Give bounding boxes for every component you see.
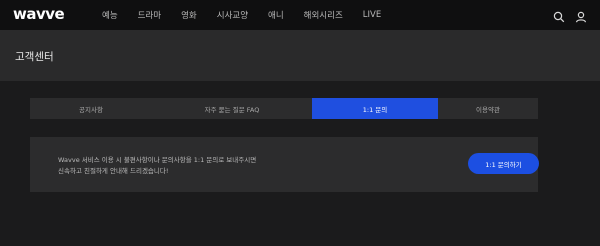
page-header: 고객센터 bbox=[0, 30, 600, 81]
wavve-logo[interactable]: wavve bbox=[13, 5, 65, 23]
tab-notice[interactable]: 공지사항 bbox=[30, 98, 152, 119]
top-navigation-bar: wavve 예능 드라마 영화 시사교양 애니 해외시리즈 LIVE bbox=[0, 0, 600, 30]
nav-item-current-affairs[interactable]: 시사교양 bbox=[217, 9, 248, 21]
tab-faq[interactable]: 자주 묻는 질문 FAQ bbox=[152, 98, 312, 119]
page-title: 고객센터 bbox=[15, 51, 54, 63]
inquiry-description-line: Wavve 서비스 이용 시 불편사항이나 문의사항을 1:1 문의로 보내주시… bbox=[58, 156, 257, 164]
nav-item-drama[interactable]: 드라마 bbox=[138, 9, 161, 21]
tab-terms[interactable]: 이용약관 bbox=[438, 98, 538, 119]
inquiry-panel: Wavve 서비스 이용 시 불편사항이나 문의사항을 1:1 문의로 보내주시… bbox=[30, 137, 539, 192]
inquiry-description: Wavve 서비스 이용 시 불편사항이나 문의사항을 1:1 문의로 보내주시… bbox=[58, 155, 256, 177]
nav-item-foreign-series[interactable]: 해외시리즈 bbox=[304, 9, 343, 21]
inquiry-description-line: 신속하고 친절하게 안내해 드리겠습니다! bbox=[58, 167, 169, 175]
utility-icons bbox=[553, 8, 587, 23]
user-icon[interactable] bbox=[575, 8, 587, 23]
main-nav: 예능 드라마 영화 시사교양 애니 해외시리즈 LIVE bbox=[102, 0, 401, 30]
inquiry-button[interactable]: 1:1 문의하기 bbox=[468, 153, 539, 174]
tab-one-to-one-inquiry[interactable]: 1:1 문의 bbox=[312, 98, 438, 119]
nav-item-animation[interactable]: 애니 bbox=[268, 9, 284, 21]
support-tabs: 공지사항 자주 묻는 질문 FAQ 1:1 문의 이용약관 bbox=[30, 98, 538, 119]
search-icon[interactable] bbox=[553, 8, 565, 23]
nav-item-entertainment[interactable]: 예능 bbox=[102, 9, 118, 21]
nav-item-live[interactable]: LIVE bbox=[363, 10, 381, 20]
nav-item-movie[interactable]: 영화 bbox=[181, 9, 197, 21]
